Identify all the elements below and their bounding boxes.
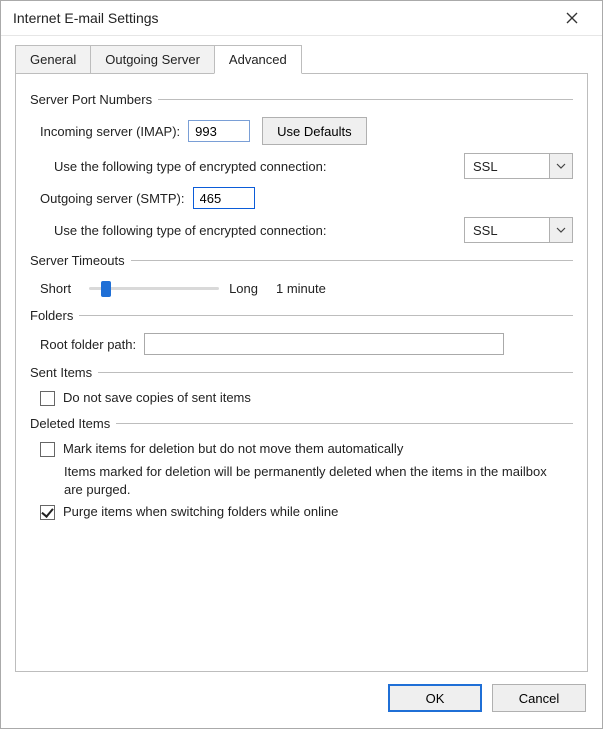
outgoing-encryption-value: SSL	[465, 223, 549, 238]
checkbox-do-not-save-sent[interactable]	[40, 391, 55, 406]
email-settings-dialog: Internet E-mail Settings General Outgoin…	[0, 0, 603, 729]
checkbox-mark-for-deletion[interactable]	[40, 442, 55, 457]
outgoing-encryption-select[interactable]: SSL	[464, 217, 573, 243]
label-root-folder-path: Root folder path:	[40, 337, 136, 352]
divider	[158, 99, 573, 100]
tab-strip: General Outgoing Server Advanced	[15, 44, 588, 73]
incoming-encryption-select[interactable]: SSL	[464, 153, 573, 179]
label-incoming-encryption: Use the following type of encrypted conn…	[54, 159, 326, 174]
divider	[98, 372, 573, 373]
divider	[131, 260, 573, 261]
tab-advanced[interactable]: Advanced	[214, 45, 302, 74]
group-folders: Folders Root folder path:	[30, 308, 573, 355]
label-incoming-imap: Incoming server (IMAP):	[40, 124, 180, 139]
group-title-sent: Sent Items	[30, 365, 92, 380]
ok-button[interactable]: OK	[388, 684, 482, 712]
group-sent-items: Sent Items Do not save copies of sent it…	[30, 365, 573, 406]
group-deleted-items: Deleted Items Mark items for deletion bu…	[30, 416, 573, 520]
close-icon	[566, 12, 578, 24]
titlebar: Internet E-mail Settings	[1, 1, 602, 36]
group-server-port-numbers: Server Port Numbers Incoming server (IMA…	[30, 92, 573, 243]
tab-panel-advanced: Server Port Numbers Incoming server (IMA…	[15, 73, 588, 672]
tab-general[interactable]: General	[15, 45, 91, 74]
checkbox-purge-on-switch[interactable]	[40, 505, 55, 520]
label-outgoing-encryption: Use the following type of encrypted conn…	[54, 223, 326, 238]
label-outgoing-smtp: Outgoing server (SMTP):	[40, 191, 185, 206]
divider	[116, 423, 573, 424]
use-defaults-button[interactable]: Use Defaults	[262, 117, 366, 145]
group-title-deleted: Deleted Items	[30, 416, 110, 431]
chevron-down-icon	[549, 218, 572, 242]
tab-outgoing-server[interactable]: Outgoing Server	[90, 45, 215, 74]
root-folder-input[interactable]	[144, 333, 504, 355]
cancel-button[interactable]: Cancel	[492, 684, 586, 712]
group-title-folders: Folders	[30, 308, 73, 323]
label-purge-on-switch: Purge items when switching folders while…	[63, 504, 338, 519]
timeout-value: 1 minute	[276, 281, 326, 296]
group-title-timeouts: Server Timeouts	[30, 253, 125, 268]
window-title: Internet E-mail Settings	[13, 10, 159, 26]
label-long: Long	[229, 281, 258, 296]
outgoing-port-input[interactable]	[193, 187, 255, 209]
label-do-not-save-sent: Do not save copies of sent items	[63, 390, 251, 405]
close-button[interactable]	[552, 3, 592, 33]
slider-thumb[interactable]	[101, 281, 111, 297]
label-short: Short	[40, 281, 71, 296]
incoming-port-input[interactable]	[188, 120, 250, 142]
hint-mark-for-deletion: Items marked for deletion will be perman…	[64, 463, 554, 498]
group-server-timeouts: Server Timeouts Short Long 1 minute	[30, 253, 573, 298]
timeout-slider[interactable]	[89, 278, 219, 298]
chevron-down-icon	[549, 154, 572, 178]
dialog-footer: OK Cancel	[1, 672, 602, 728]
group-title-server-ports: Server Port Numbers	[30, 92, 152, 107]
label-mark-for-deletion: Mark items for deletion but do not move …	[63, 441, 403, 456]
dialog-body: General Outgoing Server Advanced Server …	[1, 36, 602, 672]
incoming-encryption-value: SSL	[465, 159, 549, 174]
divider	[79, 315, 573, 316]
